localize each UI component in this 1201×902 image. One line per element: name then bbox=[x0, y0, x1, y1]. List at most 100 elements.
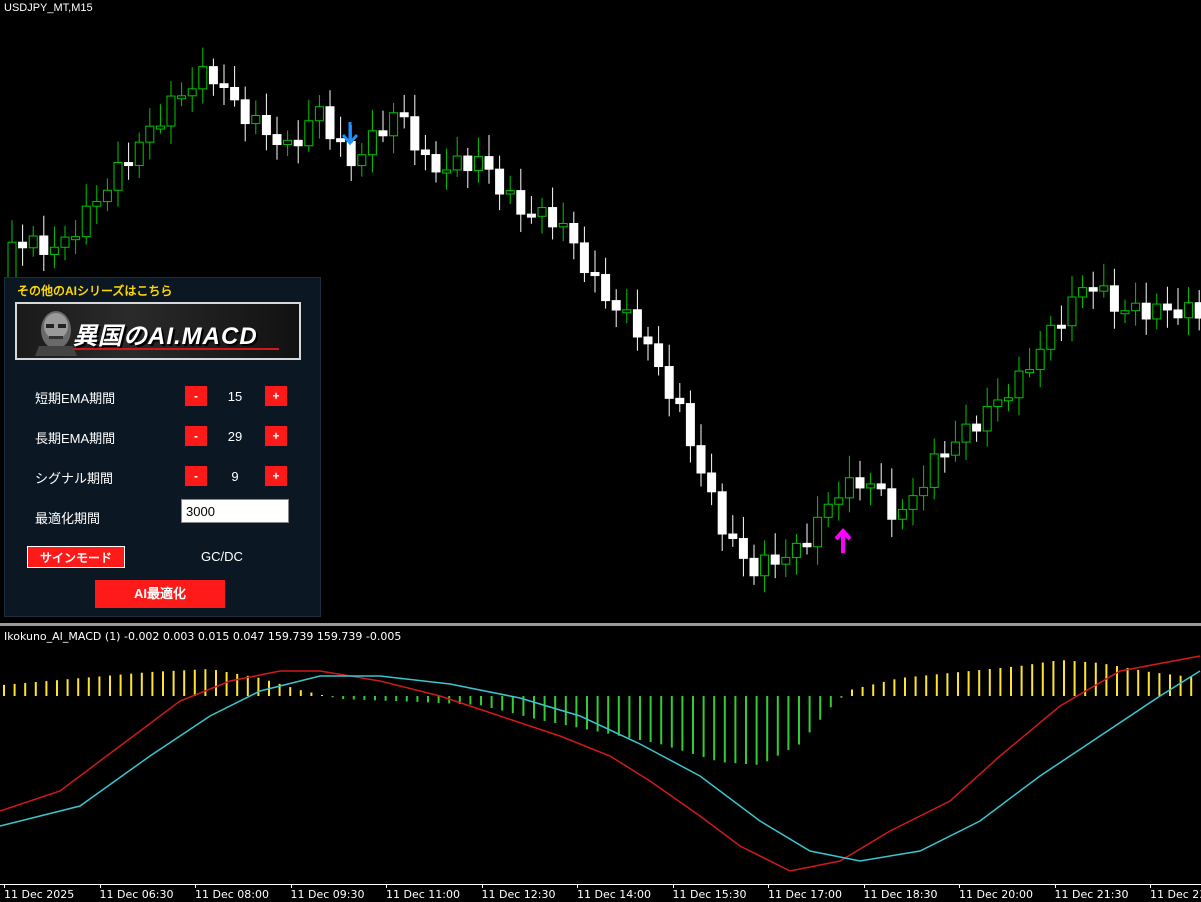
candlestick bbox=[1099, 285, 1109, 292]
candlestick bbox=[399, 112, 409, 118]
time-tick bbox=[290, 884, 292, 888]
candlestick bbox=[770, 554, 780, 565]
macd-indicator-chart[interactable] bbox=[0, 626, 1201, 884]
candlestick bbox=[601, 273, 611, 302]
candlestick bbox=[558, 223, 568, 228]
time-label: 11 Dec 14:00 bbox=[577, 888, 651, 901]
candlestick bbox=[1152, 303, 1162, 320]
candlestick bbox=[685, 403, 695, 447]
sign-mode-value: GC/DC bbox=[201, 549, 243, 564]
macd-line bbox=[0, 655, 1201, 872]
candlestick bbox=[495, 168, 505, 195]
candlestick bbox=[367, 130, 377, 156]
candlestick bbox=[791, 542, 801, 558]
ai-optimize-button[interactable]: AI最適化 bbox=[95, 580, 225, 608]
sign-mode-button[interactable]: サインモード bbox=[27, 546, 125, 568]
time-label: 11 Dec 15:30 bbox=[672, 888, 747, 901]
candlestick bbox=[60, 236, 70, 248]
candlestick bbox=[251, 114, 261, 125]
candlestick bbox=[240, 99, 250, 125]
candlestick bbox=[293, 139, 303, 147]
candlestick bbox=[972, 423, 982, 432]
candlestick bbox=[738, 538, 748, 559]
candlestick bbox=[516, 190, 526, 215]
candlestick bbox=[919, 486, 929, 497]
candlestick bbox=[622, 309, 632, 314]
candlestick bbox=[982, 405, 992, 432]
candlestick bbox=[855, 477, 865, 489]
candlestick bbox=[325, 106, 335, 140]
long-ema-plus-button[interactable]: + bbox=[265, 426, 287, 446]
candlestick bbox=[1067, 296, 1077, 327]
time-label: 11 Dec 18:30 bbox=[863, 888, 938, 901]
candlestick bbox=[92, 201, 102, 207]
candlestick bbox=[113, 162, 123, 191]
candlestick bbox=[1131, 302, 1141, 312]
candlestick bbox=[1162, 303, 1172, 311]
candlestick bbox=[346, 140, 356, 167]
candlestick bbox=[378, 130, 388, 137]
candlestick bbox=[18, 241, 28, 249]
candlestick bbox=[802, 542, 812, 548]
product-logo[interactable]: 異国のAI.MACD bbox=[15, 302, 301, 360]
candlestick bbox=[1056, 324, 1066, 329]
candlestick bbox=[590, 272, 600, 277]
candlestick bbox=[654, 343, 664, 368]
candlestick bbox=[664, 366, 674, 399]
symbol-label: USDJPY_MT,M15 bbox=[4, 2, 93, 14]
logo-title: 異国のAI.MACD bbox=[73, 323, 258, 350]
other-series-link[interactable]: その他のAIシリーズはこちら bbox=[17, 282, 172, 299]
signal-period-minus-button[interactable]: - bbox=[185, 466, 207, 486]
time-label: 11 Dec 2025 bbox=[4, 888, 75, 901]
candlestick bbox=[145, 125, 155, 143]
candlestick bbox=[887, 488, 897, 520]
short-ema-label: 短期EMA期間 bbox=[35, 391, 116, 406]
candlestick bbox=[929, 453, 939, 488]
time-tick bbox=[386, 884, 387, 888]
candlestick bbox=[1184, 302, 1194, 319]
optimization-period-label: 最適化期間 bbox=[35, 511, 101, 526]
candlestick bbox=[1109, 285, 1119, 312]
long-ema-minus-button[interactable]: - bbox=[185, 426, 207, 446]
time-label: 11 Dec 12:30 bbox=[481, 888, 556, 901]
candlestick bbox=[208, 66, 218, 85]
time-tick bbox=[4, 884, 5, 888]
optimization-period-input[interactable] bbox=[181, 499, 289, 523]
indicator-label: Ikokuno_AI_MACD (1) -0.002 0.003 0.015 0… bbox=[4, 630, 402, 643]
candlestick bbox=[675, 397, 685, 405]
candlestick bbox=[940, 453, 950, 458]
short-ema-plus-button[interactable]: + bbox=[265, 386, 287, 406]
candlestick bbox=[314, 106, 324, 122]
time-label: 11 Dec 21:30 bbox=[1054, 888, 1129, 901]
candlestick bbox=[781, 556, 791, 565]
time-tick bbox=[863, 884, 865, 888]
candlestick bbox=[389, 112, 399, 137]
time-tick bbox=[672, 884, 674, 888]
candlestick bbox=[49, 246, 59, 255]
long-ema-label: 長期EMA期間 bbox=[35, 431, 116, 446]
candlestick bbox=[198, 66, 208, 90]
short-ema-value: 15 bbox=[227, 389, 243, 404]
candlestick bbox=[219, 83, 229, 89]
signal-line bbox=[0, 670, 1201, 862]
signal-period-plus-button[interactable]: + bbox=[265, 466, 287, 486]
candlestick bbox=[1088, 287, 1098, 292]
candlestick bbox=[749, 557, 759, 577]
candlestick bbox=[1078, 287, 1088, 298]
time-tick bbox=[99, 884, 101, 888]
time-axis: 11 Dec 2025 11 Dec 06:30 11 Dec 08:00 11 De… bbox=[0, 884, 1201, 902]
time-label: 11 Dec 11:00 bbox=[386, 888, 460, 901]
candlestick bbox=[728, 533, 738, 540]
candlestick bbox=[452, 155, 462, 171]
candlestick bbox=[134, 141, 144, 166]
time-label: 11 Dec 09:30 bbox=[290, 888, 365, 901]
candlestick bbox=[357, 154, 367, 167]
candlestick bbox=[272, 134, 282, 146]
time-tick bbox=[1054, 884, 1056, 888]
candlestick bbox=[537, 207, 547, 217]
candlestick bbox=[643, 336, 653, 345]
short-ema-minus-button[interactable]: - bbox=[185, 386, 207, 406]
candlestick bbox=[707, 472, 717, 493]
buy-arrow-icon bbox=[834, 527, 852, 553]
time-tick bbox=[577, 884, 578, 888]
